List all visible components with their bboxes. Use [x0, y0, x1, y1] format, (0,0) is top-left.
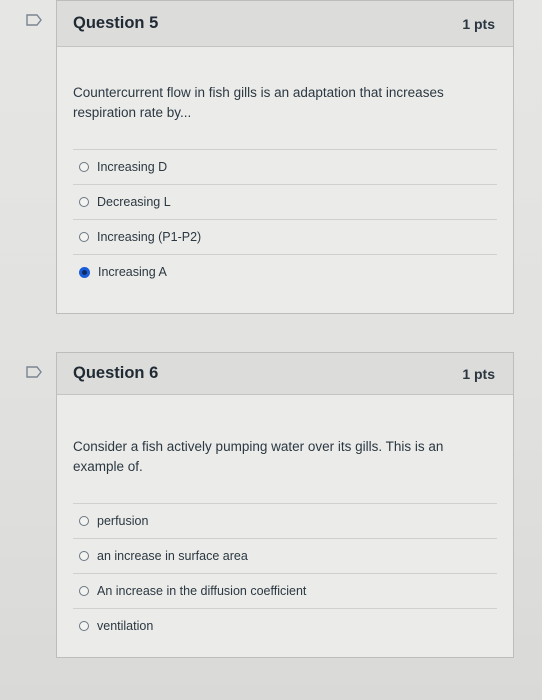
question-points: 1 pts	[462, 15, 495, 32]
answer-label: Increasing A	[98, 265, 167, 279]
flag-question-icon[interactable]	[26, 366, 42, 378]
answer-option[interactable]: an increase in surface area	[73, 538, 497, 573]
answer-option[interactable]: ventilation	[73, 608, 497, 643]
flag-question-icon[interactable]	[26, 14, 42, 26]
radio-button-icon[interactable]	[79, 586, 89, 596]
question-5-card: Question 5 1 pts Countercurrent flow in …	[56, 0, 514, 314]
radio-button-icon[interactable]	[79, 232, 89, 242]
answer-label: An increase in the diffusion coefficient	[97, 584, 307, 598]
question-title: Question 5	[73, 14, 159, 32]
question-6-card: Question 6 1 pts Consider a fish activel…	[56, 352, 514, 658]
answer-label: perfusion	[97, 514, 149, 528]
question-text: Countercurrent flow in fish gills is an …	[73, 85, 444, 120]
answer-option[interactable]: perfusion	[73, 503, 497, 538]
answer-option[interactable]: Increasing A	[73, 254, 497, 289]
answer-label: Increasing D	[97, 160, 168, 174]
question-points: 1 pts	[462, 365, 495, 382]
answer-option[interactable]: Increasing D	[73, 149, 497, 184]
answer-option[interactable]: An increase in the diffusion coefficient	[73, 573, 497, 608]
radio-button-icon[interactable]	[79, 551, 89, 561]
answer-label: Increasing (P1-P2)	[97, 230, 202, 244]
answer-option[interactable]: Decreasing L	[73, 184, 497, 219]
radio-button-icon[interactable]	[79, 197, 89, 207]
radio-button-icon[interactable]	[79, 266, 90, 278]
answer-list: perfusion an increase in surface area An…	[57, 503, 513, 643]
question-header: Question 5 1 pts	[57, 1, 513, 47]
question-title: Question 6	[73, 364, 159, 382]
question-header: Question 6 1 pts	[57, 353, 513, 395]
answer-list: Increasing D Decreasing L Increasing (P1…	[57, 149, 513, 289]
answer-label: ventilation	[97, 619, 154, 633]
question-text: Consider a fish actively pumping water o…	[73, 439, 444, 474]
radio-button-icon[interactable]	[79, 516, 89, 526]
answer-option[interactable]: Increasing (P1-P2)	[73, 219, 497, 254]
answer-label: Decreasing L	[97, 195, 171, 209]
answer-label: an increase in surface area	[97, 549, 248, 563]
radio-button-icon[interactable]	[79, 162, 89, 172]
radio-button-icon[interactable]	[79, 621, 89, 631]
